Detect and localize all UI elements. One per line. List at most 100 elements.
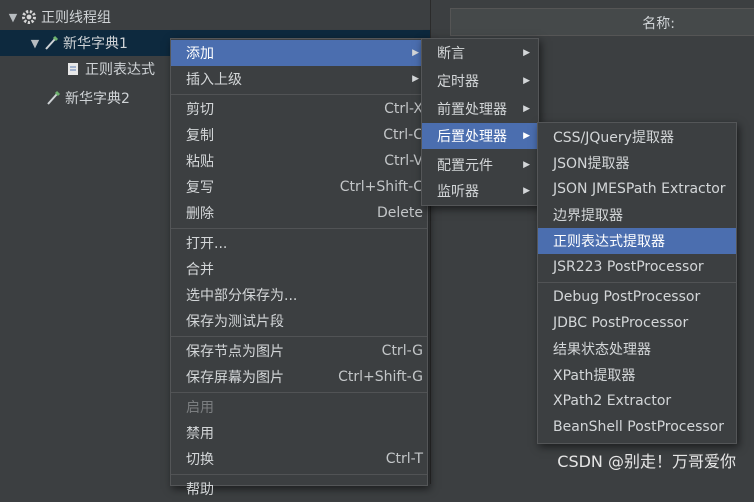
name-label: 名称: (642, 16, 675, 32)
menu-item-shortcut: Ctrl-C (383, 127, 423, 143)
menu-item-disable[interactable]: 禁用 (171, 420, 427, 446)
menu-item-label: 监听器 (437, 184, 479, 200)
tree-node-regex[interactable]: 正则表达式 (64, 56, 155, 82)
menu-item-copy[interactable]: 复制 Ctrl-C (171, 122, 427, 148)
menu-item-label: 后置处理器 (437, 129, 507, 145)
submenu-item-jdbc-postprocessor[interactable]: JDBC PostProcessor (538, 310, 736, 336)
menu-item-save-selection-as[interactable]: 选中部分保存为... (171, 282, 427, 308)
menu-item-duplicate[interactable]: 复写 Ctrl+Shift-C (171, 174, 427, 200)
post-processor-submenu: CSS/JQuery提取器 JSON提取器 JSON JMESPath Extr… (537, 122, 737, 444)
submenu-item-xpath2-extractor[interactable]: XPath2 Extractor (538, 388, 736, 414)
submenu-item-post-processors[interactable]: 后置处理器 ▶ (422, 123, 538, 149)
arrow-right-icon: ▶ (412, 48, 419, 58)
menu-item-label: 边界提取器 (553, 208, 623, 224)
menu-item-shortcut: Ctrl-G (381, 343, 423, 359)
document-icon (64, 60, 82, 78)
menu-item-cut[interactable]: 剪切 Ctrl-X (171, 96, 427, 122)
menu-item-shortcut: Ctrl+Shift-G (338, 369, 423, 385)
menu-item-save-node-as-image[interactable]: 保存节点为图片 Ctrl-G (171, 338, 427, 364)
menu-divider (171, 392, 427, 393)
arrow-right-icon: ▶ (523, 104, 530, 114)
arrow-right-icon: ▶ (523, 48, 530, 58)
menu-item-label: JSR223 PostProcessor (553, 259, 704, 275)
submenu-item-xpath-extractor[interactable]: XPath提取器 (538, 362, 736, 388)
submenu-item-boundary-extractor[interactable]: 边界提取器 (538, 202, 736, 228)
submenu-item-json-extractor[interactable]: JSON提取器 (538, 150, 736, 176)
menu-item-shortcut: Ctrl-X (384, 101, 423, 117)
context-menu: 添加 ▶ 插入上级 ▶ 剪切 Ctrl-X 复制 Ctrl-C 粘贴 Ctrl-V 复写 C… (170, 38, 428, 498)
menu-item-label: 断言 (437, 46, 465, 62)
name-header: 名称: (450, 8, 754, 36)
menu-item-shortcut: Ctrl+Shift-C (339, 179, 423, 195)
menu-item-label: 删除 (186, 206, 214, 222)
arrow-right-icon: ▶ (412, 74, 419, 84)
menu-item-label: 结果状态处理器 (553, 342, 651, 358)
menu-item-insert-parent[interactable]: 插入上级 ▶ (171, 66, 427, 92)
dropper-icon (44, 89, 62, 107)
submenu-item-css-jquery-extractor[interactable]: CSS/JQuery提取器 (538, 124, 736, 150)
chevron-down-icon[interactable]: ▼ (6, 11, 20, 24)
menu-divider (538, 282, 736, 283)
menu-item-label: XPath提取器 (553, 368, 636, 384)
arrow-right-icon: ▶ (523, 131, 530, 141)
submenu-item-pre-processors[interactable]: 前置处理器 ▶ (422, 96, 538, 122)
tree-node-label: 新华字典1 (63, 36, 128, 52)
submenu-item-regex-extractor[interactable]: 正则表达式提取器 (538, 228, 736, 254)
menu-item-label: XPath2 Extractor (553, 393, 672, 409)
menu-item-label: 合并 (186, 262, 214, 278)
submenu-item-timers[interactable]: 定时器 ▶ (422, 68, 538, 94)
menu-item-label: Debug PostProcessor (553, 289, 701, 305)
tree-node-label: 正则线程组 (41, 10, 111, 26)
menu-item-paste[interactable]: 粘贴 Ctrl-V (171, 148, 427, 174)
gear-icon (20, 8, 38, 26)
menu-divider (171, 474, 427, 475)
tree-node-thread-group[interactable]: ▼ 正则线程组 (6, 4, 111, 30)
menu-item-label: 复制 (186, 128, 214, 144)
menu-item-help[interactable]: 帮助 (171, 476, 427, 502)
menu-item-label: 切换 (186, 452, 214, 468)
dropper-icon (42, 34, 60, 52)
menu-item-label: CSS/JQuery提取器 (553, 130, 674, 146)
submenu-item-beanshell-postprocessor[interactable]: BeanShell PostProcessor (538, 414, 736, 440)
menu-item-enable: 启用 (171, 394, 427, 420)
menu-item-label: 复写 (186, 180, 214, 196)
menu-item-label: JDBC PostProcessor (553, 315, 689, 331)
menu-item-label: 保存屏幕为图片 (186, 370, 284, 386)
menu-item-label: 前置处理器 (437, 102, 507, 118)
menu-item-label: 剪切 (186, 102, 214, 118)
menu-item-label: 打开... (186, 236, 228, 252)
menu-item-add[interactable]: 添加 ▶ (171, 40, 427, 66)
submenu-item-config-elements[interactable]: 配置元件 ▶ (422, 152, 538, 178)
submenu-item-listeners[interactable]: 监听器 ▶ (422, 178, 538, 204)
menu-item-label: 帮助 (186, 482, 214, 498)
chevron-down-icon[interactable]: ▼ (28, 37, 42, 50)
menu-item-label: 正则表达式提取器 (553, 234, 665, 250)
menu-divider (171, 228, 427, 229)
submenu-item-assertions[interactable]: 断言 ▶ (422, 40, 538, 66)
menu-divider (171, 94, 427, 95)
menu-item-save-screen-as-image[interactable]: 保存屏幕为图片 Ctrl+Shift-G (171, 364, 427, 390)
add-submenu: 断言 ▶ 定时器 ▶ 前置处理器 ▶ 后置处理器 ▶ 配置元件 ▶ 监听器 ▶ (421, 38, 539, 206)
menu-item-label: 启用 (186, 400, 214, 416)
tree-node-label: 正则表达式 (85, 62, 155, 78)
submenu-item-result-status-handler[interactable]: 结果状态处理器 (538, 336, 736, 362)
menu-item-label: JSON提取器 (553, 156, 630, 172)
submenu-item-jsr223-postprocessor[interactable]: JSR223 PostProcessor (538, 254, 736, 280)
menu-item-label: 保存为测试片段 (186, 314, 284, 330)
submenu-item-debug-postprocessor[interactable]: Debug PostProcessor (538, 284, 736, 310)
arrow-right-icon: ▶ (523, 76, 530, 86)
tree-node-dictionary-2[interactable]: 新华字典2 (44, 85, 130, 111)
menu-item-toggle[interactable]: 切换 Ctrl-T (171, 446, 427, 472)
menu-item-label: BeanShell PostProcessor (553, 419, 724, 435)
menu-item-shortcut: Ctrl-V (384, 153, 423, 169)
menu-item-label: 选中部分保存为... (186, 288, 298, 304)
menu-item-open[interactable]: 打开... (171, 230, 427, 256)
submenu-item-json-jmespath-extractor[interactable]: JSON JMESPath Extractor (538, 176, 736, 202)
menu-item-shortcut: Ctrl-T (385, 451, 423, 467)
menu-item-merge[interactable]: 合并 (171, 256, 427, 282)
menu-item-delete[interactable]: 删除 Delete (171, 200, 427, 226)
menu-item-label: 插入上级 (186, 72, 242, 88)
menu-item-label: 保存节点为图片 (186, 344, 284, 360)
menu-item-save-as-test-fragment[interactable]: 保存为测试片段 (171, 308, 427, 334)
menu-item-shortcut: Delete (377, 205, 423, 221)
